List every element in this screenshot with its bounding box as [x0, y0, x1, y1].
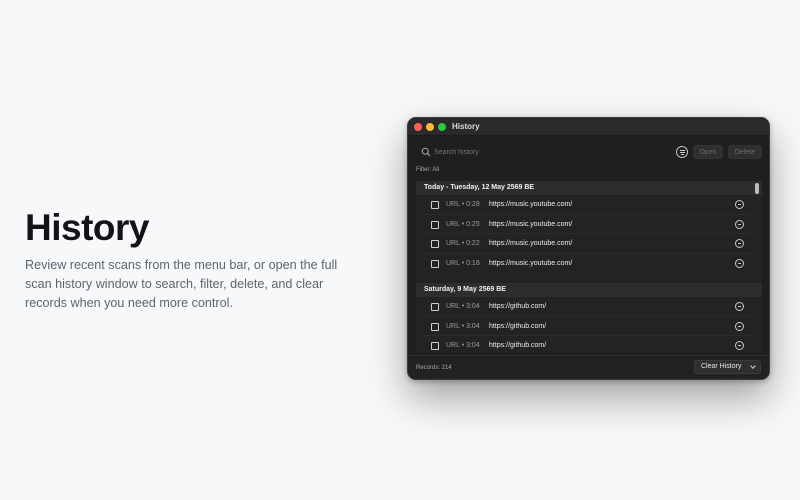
list-item[interactable]: URL • 3:04 https://github.com/ [424, 317, 752, 336]
clear-history-button[interactable]: Clear History [694, 360, 761, 374]
list-item[interactable]: URL • 0:22 https://music.youtube.com/ [424, 234, 752, 254]
search-input[interactable] [432, 144, 592, 160]
row-url: https://github.com/ [489, 303, 547, 310]
history-list: Today - Tuesday, 12 May 2569 BE URL • 0:… [416, 181, 762, 352]
filter-label: Filter: All [416, 167, 440, 173]
remove-icon[interactable] [735, 302, 744, 311]
toolbar: Open Delete [408, 144, 769, 160]
open-button[interactable]: Open [693, 145, 723, 159]
footer: Records: 214 Clear History [408, 355, 769, 379]
remove-icon[interactable] [735, 258, 744, 268]
history-window: History Open Delete Filter: All Today - … [407, 117, 770, 380]
row-url: https://github.com/ [489, 322, 547, 330]
list-item[interactable]: URL • 0:18 https://music.youtube.com/ [424, 254, 752, 274]
scrollbar[interactable] [755, 183, 759, 194]
row-checkbox[interactable] [431, 220, 439, 229]
group-header-saturday: Saturday, 9 May 2569 BE [416, 283, 762, 297]
window-title: History [452, 122, 480, 131]
remove-icon[interactable] [735, 341, 744, 350]
minimize-button[interactable] [426, 123, 434, 131]
row-url: https://music.youtube.com/ [489, 259, 573, 267]
list-item[interactable]: URL • 3:04 https://github.com/ [424, 336, 752, 352]
row-checkbox[interactable] [431, 322, 439, 331]
row-meta: URL • 0:22 [446, 240, 480, 247]
row-url: https://music.youtube.com/ [489, 240, 573, 247]
row-meta: URL • 0:18 [446, 259, 480, 267]
remove-icon[interactable] [735, 239, 744, 248]
row-checkbox[interactable] [431, 240, 439, 248]
row-meta: URL • 3:04 [446, 342, 480, 349]
chevron-down-icon [750, 363, 756, 369]
row-meta: URL • 0:28 [446, 201, 480, 208]
page-description: Review recent scans from the menu bar, o… [25, 258, 338, 310]
list-item[interactable]: URL • 0:28 https://music.youtube.com/ [424, 195, 752, 215]
row-meta: URL • 0:25 [446, 220, 480, 228]
records-count: Records: 214 [416, 365, 452, 371]
page-title: History [25, 207, 149, 248]
search-icon [421, 147, 431, 157]
row-checkbox[interactable] [431, 259, 439, 268]
hero-section: History Review recent scans from the men… [25, 206, 345, 313]
row-checkbox[interactable] [431, 303, 439, 311]
traffic-lights [414, 123, 446, 131]
close-button[interactable] [414, 123, 422, 131]
remove-icon[interactable] [735, 219, 744, 229]
row-meta: URL • 3:04 [446, 322, 480, 330]
row-url: https://music.youtube.com/ [489, 201, 573, 208]
list-item[interactable]: URL • 3:04 https://github.com/ [424, 297, 752, 317]
title-bar: History [408, 118, 769, 136]
maximize-button[interactable] [438, 123, 446, 131]
filter-icon[interactable] [676, 146, 688, 158]
row-url: https://music.youtube.com/ [489, 220, 573, 228]
group-header-today: Today - Tuesday, 12 May 2569 BE [416, 181, 762, 195]
row-checkbox[interactable] [431, 342, 439, 350]
remove-icon[interactable] [735, 200, 744, 209]
list-item[interactable]: URL • 0:25 https://music.youtube.com/ [424, 215, 752, 234]
delete-button[interactable]: Delete [728, 145, 762, 159]
row-url: https://github.com/ [489, 342, 547, 349]
row-checkbox[interactable] [431, 201, 439, 209]
clear-history-label: Clear History [701, 363, 742, 370]
row-meta: URL • 3:04 [446, 303, 480, 310]
remove-icon[interactable] [735, 321, 744, 331]
